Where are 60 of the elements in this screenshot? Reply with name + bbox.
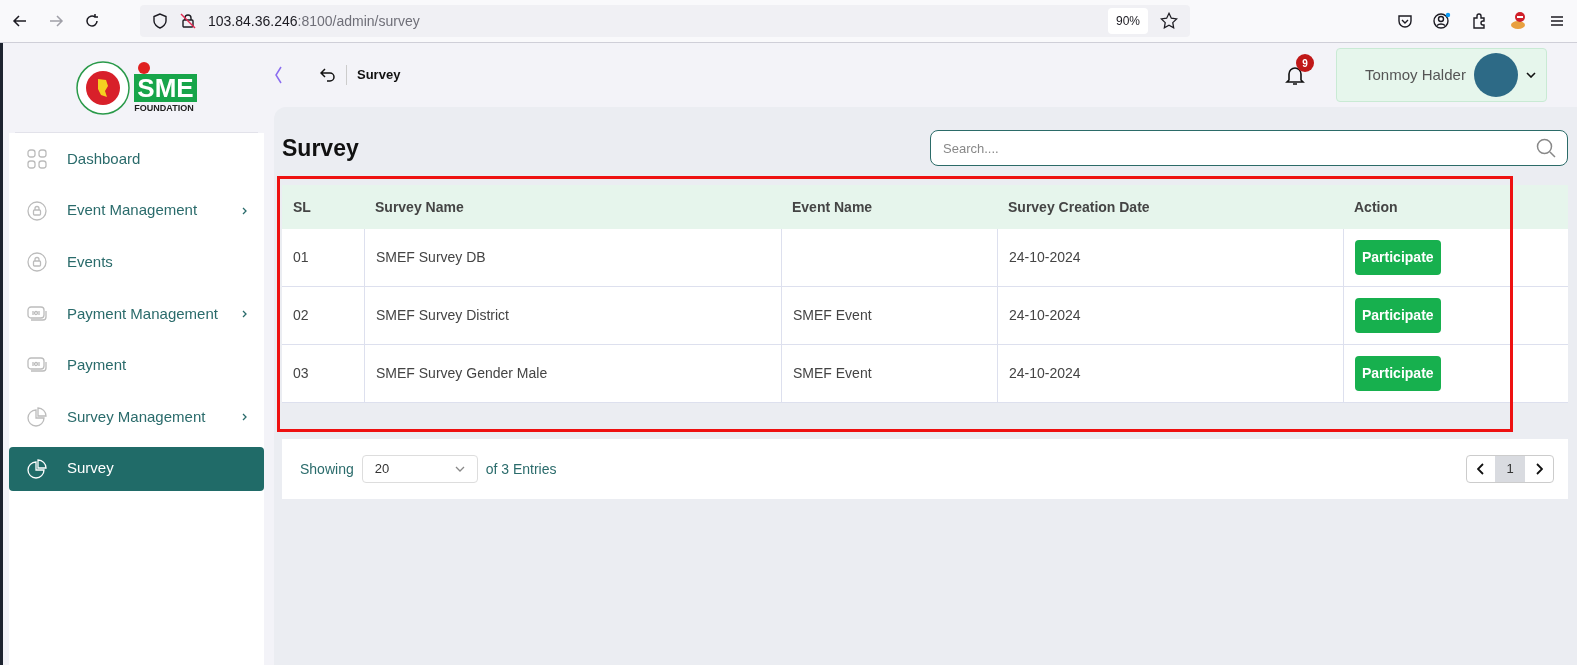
back-arrow-icon[interactable] xyxy=(12,13,28,29)
collapse-chevron-icon[interactable] xyxy=(274,66,282,84)
menu-icon[interactable] xyxy=(1549,13,1565,29)
caret-down-icon xyxy=(1525,72,1536,78)
page-title: Survey xyxy=(282,133,359,163)
chevron-right-icon xyxy=(1535,463,1543,475)
column-header: Survey Creation Date xyxy=(1007,197,1151,217)
notification-count: 9 xyxy=(1296,54,1314,72)
url-text: 103.84.36.246:8100/admin/survey xyxy=(208,11,420,31)
table-cell-text: 03 xyxy=(293,364,309,383)
table-cell-text: SMEF Event xyxy=(793,364,872,383)
table-cell-text: 01 xyxy=(293,248,309,267)
table-cell-text: 24-10-2024 xyxy=(1009,364,1081,383)
sidebar-item[interactable]: Events xyxy=(9,240,264,285)
column-header: Action xyxy=(1353,197,1399,217)
pie-chart-icon xyxy=(27,458,47,479)
table-cell-text: 24-10-2024 xyxy=(1009,248,1081,267)
caret-down-icon xyxy=(454,466,465,472)
back-icon[interactable] xyxy=(320,68,336,82)
pie-chart-icon xyxy=(27,406,47,427)
account-icon[interactable] xyxy=(1433,12,1451,30)
emblem-icon xyxy=(76,60,131,115)
lock-icon xyxy=(27,200,47,221)
sidebar-item[interactable]: Dashboard xyxy=(9,137,264,181)
entries-count: of 3 Entries xyxy=(485,459,557,479)
banknote-icon xyxy=(27,304,47,323)
insecure-lock-icon xyxy=(180,13,196,29)
sme-logo: SME FOUNDATION xyxy=(134,61,197,114)
column-header: Event Name xyxy=(791,197,874,217)
sidebar-item[interactable]: Payment Management xyxy=(9,291,264,336)
table-cell-text: SMEF Survey DB xyxy=(376,248,486,267)
search-icon xyxy=(1536,138,1556,158)
table-cell-text: 02 xyxy=(293,306,309,325)
avatar xyxy=(1473,53,1518,97)
pocket-icon[interactable] xyxy=(1397,13,1413,29)
table-cell-text: SMEF Survey Gender Male xyxy=(376,364,548,383)
reload-icon[interactable] xyxy=(84,13,100,29)
sidebar-item[interactable]: Survey xyxy=(9,446,264,491)
column-header: SL xyxy=(292,197,312,217)
chevron-left-icon xyxy=(1477,463,1485,475)
search-field[interactable]: Search.... xyxy=(930,130,1568,166)
sidebar-item[interactable]: Event Management xyxy=(9,188,264,233)
sidebar-item[interactable]: Survey Management xyxy=(9,394,264,439)
table-cell-text: SMEF Survey District xyxy=(376,306,509,325)
banknote-icon xyxy=(27,356,47,375)
address-bar[interactable]: 103.84.36.246:8100/admin/survey 90% xyxy=(140,5,1190,37)
showing-label: Showing xyxy=(300,459,354,479)
page-size-select[interactable]: 20 xyxy=(361,455,478,483)
table-cell-text: 24-10-2024 xyxy=(1009,306,1081,325)
page-button[interactable]: 1 xyxy=(1495,456,1525,482)
breadcrumb-title: Survey xyxy=(346,65,401,85)
column-header: Survey Name xyxy=(374,197,465,217)
lock-icon xyxy=(27,252,47,273)
grid-icon xyxy=(27,149,47,169)
sidebar-item[interactable]: Payment xyxy=(9,343,264,388)
zoom-level[interactable]: 90% xyxy=(1107,8,1148,34)
shield-icon xyxy=(152,13,168,29)
star-icon[interactable] xyxy=(1160,12,1178,30)
table-cell-text: SMEF Event xyxy=(793,306,872,325)
user-menu[interactable]: Tonmoy Halder xyxy=(1336,48,1547,102)
